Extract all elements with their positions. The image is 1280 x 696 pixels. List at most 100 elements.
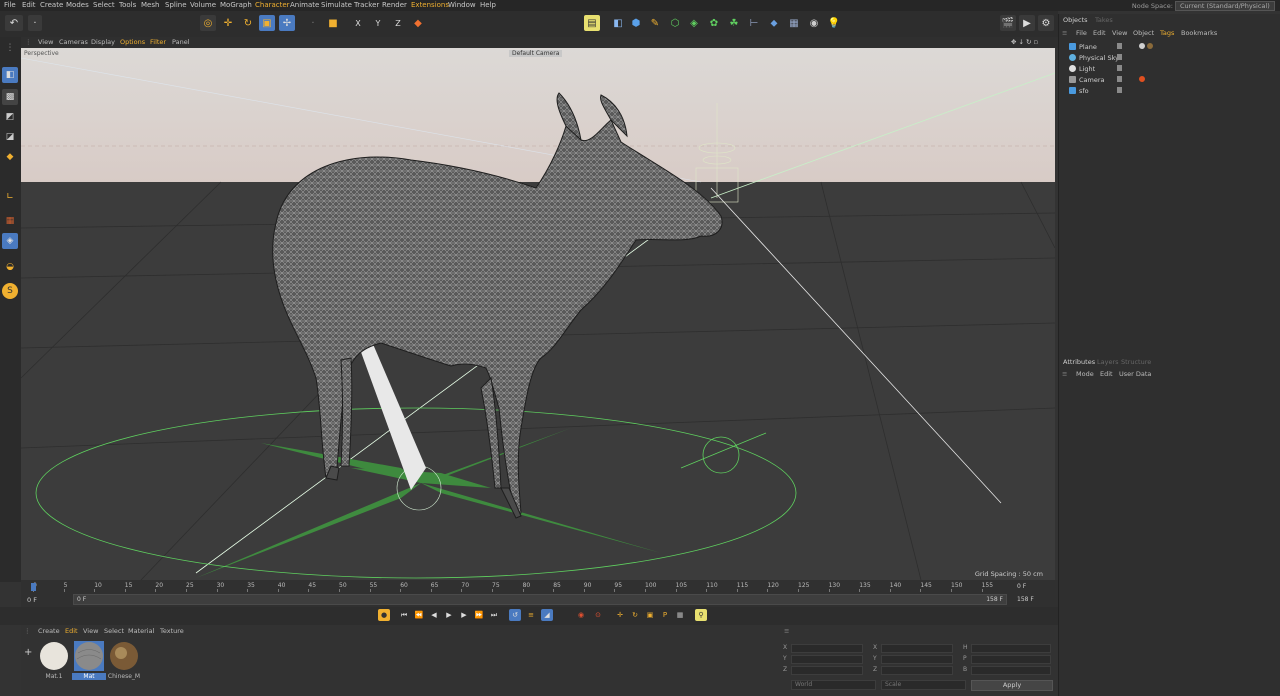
- coord-rot-p-field[interactable]: [971, 655, 1051, 664]
- record-icon[interactable]: ●: [378, 609, 390, 621]
- objects-menu-file[interactable]: File: [1076, 29, 1087, 37]
- menu-animate[interactable]: Animate: [290, 1, 319, 9]
- coord-rot-b-field[interactable]: [971, 666, 1051, 675]
- viewport-menu-filter[interactable]: Filter: [150, 38, 166, 46]
- menu-render[interactable]: Render: [382, 1, 407, 9]
- viewport-navigation-icon[interactable]: ✥ ↓ ↻ ▫: [1011, 38, 1038, 46]
- lock-z-icon[interactable]: Z: [390, 15, 406, 31]
- attributes-menu-edit[interactable]: Edit: [1100, 370, 1113, 378]
- objects-tab[interactable]: Objects: [1063, 16, 1088, 24]
- deformer-icon[interactable]: ⊢: [746, 15, 762, 31]
- edges-mode-icon[interactable]: ◪: [2, 129, 18, 145]
- sound-icon[interactable]: ◢: [541, 609, 553, 621]
- menu-mograph[interactable]: MoGraph: [220, 1, 252, 9]
- floor-icon[interactable]: ▦: [786, 15, 802, 31]
- timeline-current-field[interactable]: 0 F: [77, 596, 86, 603]
- object-name[interactable]: Light: [1079, 65, 1095, 73]
- key-param-icon[interactable]: P: [659, 609, 671, 621]
- generator-icon[interactable]: ◈: [686, 15, 702, 31]
- axis-mode-icon[interactable]: ∟: [2, 189, 18, 205]
- workplane-icon[interactable]: ◒: [2, 259, 18, 275]
- menu-modes[interactable]: Modes: [66, 1, 89, 9]
- key-rotate-icon[interactable]: ↻: [629, 609, 641, 621]
- primitive-icon[interactable]: ⬢: [628, 15, 644, 31]
- redo-icon[interactable]: ·: [28, 15, 42, 31]
- object-row-plane[interactable]: Plane: [1059, 42, 1280, 52]
- model-mode-icon[interactable]: ■: [325, 15, 341, 31]
- object-row-sfo[interactable]: sfo: [1059, 86, 1280, 96]
- timeline-ruler[interactable]: 0510152025303540455055606570758085909510…: [21, 580, 1058, 592]
- object-row-physical-sky[interactable]: Physical Sky: [1059, 53, 1280, 63]
- object-name[interactable]: sfo: [1079, 87, 1089, 95]
- coord-rot-h-field[interactable]: [971, 644, 1051, 653]
- field-icon[interactable]: ⬥: [766, 15, 782, 31]
- key-move-icon[interactable]: ✛: [614, 609, 626, 621]
- timeline-start-field[interactable]: 0 F: [27, 596, 37, 604]
- menu-spline[interactable]: Spline: [165, 1, 187, 9]
- layers-tab[interactable]: Layers: [1097, 358, 1119, 366]
- node-space-select[interactable]: Current (Standard/Physical): [1175, 1, 1275, 11]
- visibility-toggle[interactable]: [1117, 87, 1122, 93]
- render-picture-icon[interactable]: ▶: [1019, 15, 1035, 31]
- timeline-right-field-top[interactable]: 0 F: [1017, 583, 1026, 590]
- menu-file[interactable]: File: [4, 1, 16, 9]
- coord-pos-z-field[interactable]: [791, 666, 863, 675]
- camera-icon[interactable]: ◉: [806, 15, 822, 31]
- add-material-icon[interactable]: +: [24, 647, 32, 658]
- timeline-range-bar[interactable]: 0 F 158 F: [73, 594, 1007, 605]
- move-icon[interactable]: ✛: [220, 15, 236, 31]
- render-settings-icon[interactable]: ⚙: [1038, 15, 1054, 31]
- go-end-icon[interactable]: ⏭: [488, 609, 500, 621]
- play-icon[interactable]: ▶: [443, 609, 455, 621]
- scheme-icon[interactable]: ⚲: [695, 609, 707, 621]
- visibility-toggle[interactable]: [1117, 65, 1122, 71]
- next-key-icon[interactable]: ⏩: [473, 609, 485, 621]
- material-menu-select[interactable]: Select: [104, 627, 124, 635]
- attributes-menu-mode[interactable]: Mode: [1076, 370, 1094, 378]
- undo-icon[interactable]: ↶: [5, 15, 23, 31]
- cloner-icon[interactable]: ✿: [706, 15, 722, 31]
- menu-extensions[interactable]: Extensions: [411, 1, 449, 9]
- visibility-toggle[interactable]: [1117, 54, 1122, 60]
- object-name[interactable]: Physical Sky: [1079, 54, 1119, 62]
- snap-icon[interactable]: ◈: [2, 233, 18, 249]
- object-name[interactable]: Plane: [1079, 43, 1097, 51]
- structure-tab[interactable]: Structure: [1121, 358, 1151, 366]
- visibility-toggle[interactable]: [1117, 43, 1122, 49]
- timeline-end-field[interactable]: 158 F: [986, 596, 1003, 603]
- menu-tools[interactable]: Tools: [119, 1, 136, 9]
- attributes-tab[interactable]: Attributes: [1063, 358, 1095, 366]
- menu-help[interactable]: Help: [480, 1, 496, 9]
- objects-menu-tags[interactable]: Tags: [1160, 29, 1174, 37]
- objects-menu-object[interactable]: Object: [1133, 29, 1154, 37]
- object-row-camera[interactable]: Camera: [1059, 75, 1280, 85]
- viewport-menu-options[interactable]: Options: [120, 38, 145, 46]
- transform-icon[interactable]: ✢: [279, 15, 295, 31]
- light-icon[interactable]: 💡: [826, 15, 842, 31]
- key-scale-icon[interactable]: ▣: [644, 609, 656, 621]
- lock-y-icon[interactable]: Y: [370, 15, 386, 31]
- menu-volume[interactable]: Volume: [190, 1, 216, 9]
- menu-tracker[interactable]: Tracker: [354, 1, 379, 9]
- menu-character[interactable]: Character: [255, 1, 290, 9]
- attributes-menu-user-data[interactable]: User Data: [1119, 370, 1151, 378]
- key-pla-icon[interactable]: ▦: [674, 609, 686, 621]
- material-menu-create[interactable]: Create: [38, 627, 60, 635]
- material-swatch[interactable]: [74, 641, 104, 671]
- subdivision-icon[interactable]: ⬡: [667, 15, 683, 31]
- timeline-right-field-bottom[interactable]: 158 F: [1017, 596, 1034, 603]
- objects-menu-edit[interactable]: Edit: [1093, 29, 1106, 37]
- points-mode-icon[interactable]: ◩: [2, 109, 18, 125]
- menu-window[interactable]: Window: [448, 1, 476, 9]
- coord-pos-x-field[interactable]: [791, 644, 863, 653]
- material-swatch[interactable]: [39, 641, 69, 671]
- go-start-icon[interactable]: ⏮: [398, 609, 410, 621]
- scale-icon[interactable]: ▣: [259, 15, 275, 31]
- recent-tools-icon[interactable]: ·: [305, 15, 321, 31]
- menu-create[interactable]: Create: [40, 1, 63, 9]
- menu-simulate[interactable]: Simulate: [321, 1, 352, 9]
- playhead[interactable]: [31, 583, 36, 591]
- coord-pos-y-field[interactable]: [791, 655, 863, 664]
- menu-select[interactable]: Select: [93, 1, 115, 9]
- viewport-menu-cameras[interactable]: Cameras: [59, 38, 88, 46]
